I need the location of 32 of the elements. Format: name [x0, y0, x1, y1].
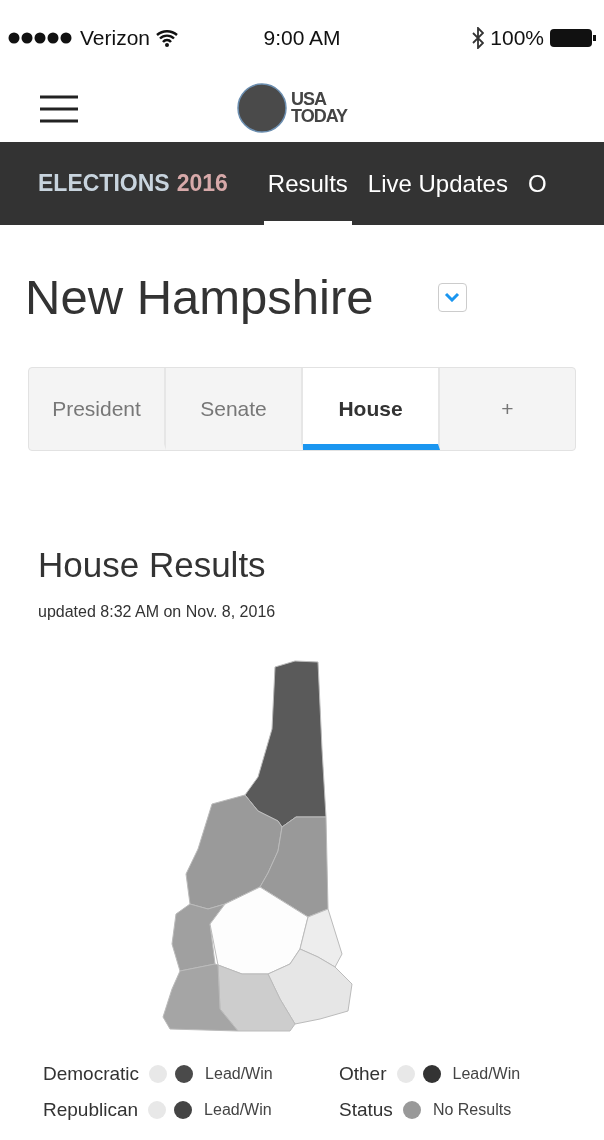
state-title: New Hampshire — [25, 269, 374, 325]
bluetooth-icon — [472, 26, 485, 49]
legend-title: Democratic — [43, 1063, 140, 1085]
nav-link[interactable]: Results — [263, 142, 352, 225]
legend-label: Lead/Win — [205, 1065, 273, 1083]
chevron-down-icon — [444, 292, 461, 302]
race-tab[interactable]: + — [440, 368, 575, 450]
legend-label: Lead/Win — [452, 1065, 521, 1083]
race-tab[interactable]: House — [303, 368, 440, 450]
logo-text: TODAY — [291, 108, 348, 125]
nav-link[interactable]: O — [523, 142, 551, 225]
brand-title: ELECTIONS — [38, 170, 170, 197]
menu-icon[interactable] — [40, 94, 78, 123]
wifi-icon — [156, 28, 179, 47]
legend-title: Status — [339, 1099, 393, 1121]
results-heading: House Results — [38, 545, 267, 585]
clock-time: 9:00 AM — [262, 25, 342, 50]
logo-text: USA — [291, 91, 328, 108]
legend-title: Other — [339, 1063, 387, 1085]
legend-label: No Results — [432, 1101, 512, 1119]
carrier-name: Verizon — [80, 25, 151, 50]
battery-icon — [550, 28, 596, 47]
updated-time: updated 8:32 AM on Nov. 8, 2016 — [38, 603, 277, 621]
nav-link[interactable]: Live Updates — [363, 142, 512, 225]
logo-circle-icon — [237, 83, 287, 133]
race-tab[interactable]: President — [29, 368, 166, 450]
state-dropdown-button[interactable] — [437, 282, 467, 312]
legend-label: Lead/Win — [204, 1101, 272, 1119]
legend-title: Republican — [43, 1099, 139, 1121]
brand-year: 2016 — [176, 170, 228, 197]
battery-percent: 100% — [490, 25, 544, 50]
signal-icon — [8, 31, 74, 44]
